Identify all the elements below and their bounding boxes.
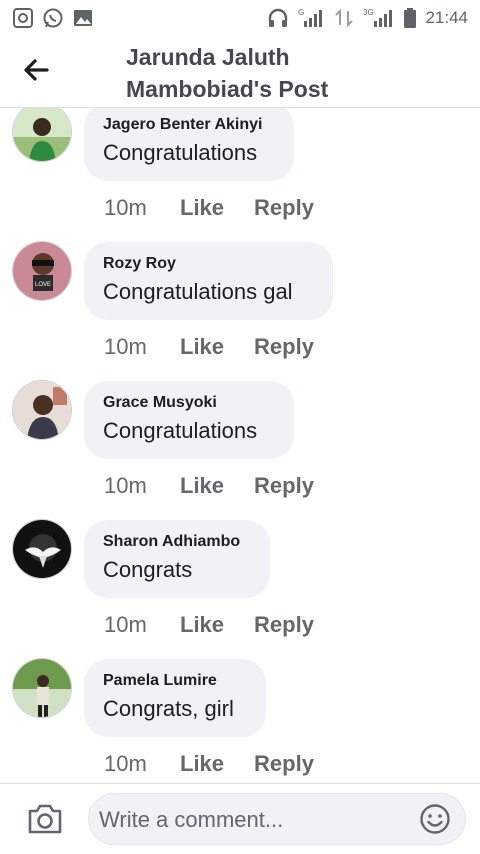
comment-actions: 10m Like Reply [104,334,344,360]
emoji-button[interactable] [419,803,451,835]
comment-text: Congratulations [103,418,258,443]
comment-bubble[interactable]: Rozy Roy Congratulations gal [84,242,333,320]
comment-author[interactable]: Grace Musyoki [103,392,274,414]
page-title-line-2: Mambobiad's Post [126,76,329,102]
headphones-icon [267,7,289,29]
back-button[interactable] [20,54,52,86]
screen-record-icon [12,7,34,29]
camera-icon [28,804,62,834]
comment-time[interactable]: 10m [104,751,180,777]
comment-author[interactable]: Pamela Lumire [103,670,246,692]
comment-bubble[interactable]: Sharon Adhiambo Congrats [84,520,270,598]
comment-actions: 10m Like Reply [104,751,344,777]
comment-time[interactable]: 10m [104,195,180,221]
page-title: Jarunda Jaluth Mambobiad's Post [126,41,426,105]
avatar[interactable]: LOVE [12,241,72,301]
reply-button[interactable]: Reply [254,334,314,360]
comment-actions: 10m Like Reply [104,473,344,499]
like-button[interactable]: Like [180,195,224,221]
avatar[interactable] [12,658,72,718]
comment-item: Jagero Benter Akinyi Congratulations 10m… [0,108,480,221]
reply-button[interactable]: Reply [254,195,314,221]
whatsapp-icon [42,7,64,29]
gallery-icon [72,7,94,29]
comment-author[interactable]: Rozy Roy [103,253,313,275]
comment-text: Congratulations gal [103,279,293,304]
profile-photo-icon [13,520,71,578]
comment-composer [0,783,480,854]
status-time: 21:44 [425,8,468,27]
like-button[interactable]: Like [180,334,224,360]
svg-text:LOVE: LOVE [35,282,51,288]
like-button[interactable]: Like [180,751,224,777]
post-header: Jarunda Jaluth Mambobiad's Post [0,36,480,108]
comment-item: Pamela Lumire Congrats, girl 10m Like Re… [0,638,480,777]
comment-list[interactable]: Jagero Benter Akinyi Congratulations 10m… [0,108,480,784]
profile-photo-icon [13,108,71,161]
comment-item: Grace Musyoki Congratulations 10m Like R… [0,360,480,499]
svg-text:3G: 3G [363,8,374,17]
data-arrows-icon [333,7,355,29]
comment-time[interactable]: 10m [104,473,180,499]
avatar[interactable] [12,380,72,440]
signal-g-icon: G [297,7,325,29]
comment-text: Congrats [103,557,193,582]
camera-button[interactable] [26,802,64,836]
battery-icon [403,7,417,29]
comment-time[interactable]: 10m [104,334,180,360]
comment-bubble[interactable]: Pamela Lumire Congrats, girl [84,659,266,737]
comment-bubble[interactable]: Grace Musyoki Congratulations [84,381,294,459]
comment-text: Congratulations [103,140,258,165]
page-title-line-1: Jarunda Jaluth [126,44,290,70]
emoji-icon [420,804,450,834]
like-button[interactable]: Like [180,473,224,499]
profile-photo-icon [13,659,71,717]
reply-button[interactable]: Reply [254,473,314,499]
profile-photo-icon [13,381,71,439]
comment-actions: 10m Like Reply [104,195,344,221]
comment-author[interactable]: Jagero Benter Akinyi [103,114,274,136]
comment-item: Sharon Adhiambo Congrats 10m Like Reply [0,499,480,638]
status-bar-left [12,7,94,29]
signal-3g-icon: 3G [363,7,395,29]
back-arrow-icon [24,59,49,81]
status-bar: G 3G 21:44 [0,0,480,36]
reply-button[interactable]: Reply [254,612,314,638]
comment-input[interactable] [97,794,411,846]
comment-time[interactable]: 10m [104,612,180,638]
profile-photo-icon: LOVE [13,242,71,300]
comment-actions: 10m Like Reply [104,612,344,638]
comment-bubble[interactable]: Jagero Benter Akinyi Congratulations [84,108,294,181]
avatar[interactable] [12,519,72,579]
like-button[interactable]: Like [180,612,224,638]
comment-author[interactable]: Sharon Adhiambo [103,531,250,553]
comment-text: Congrats, girl [103,696,234,721]
comment-item: LOVE Rozy Roy Congratulations gal 10m Li… [0,221,480,360]
comment-input-container[interactable] [88,793,466,846]
avatar[interactable] [12,108,72,162]
status-bar-right: G 3G 21:44 [267,7,468,29]
reply-button[interactable]: Reply [254,751,314,777]
svg-text:G: G [298,8,304,17]
